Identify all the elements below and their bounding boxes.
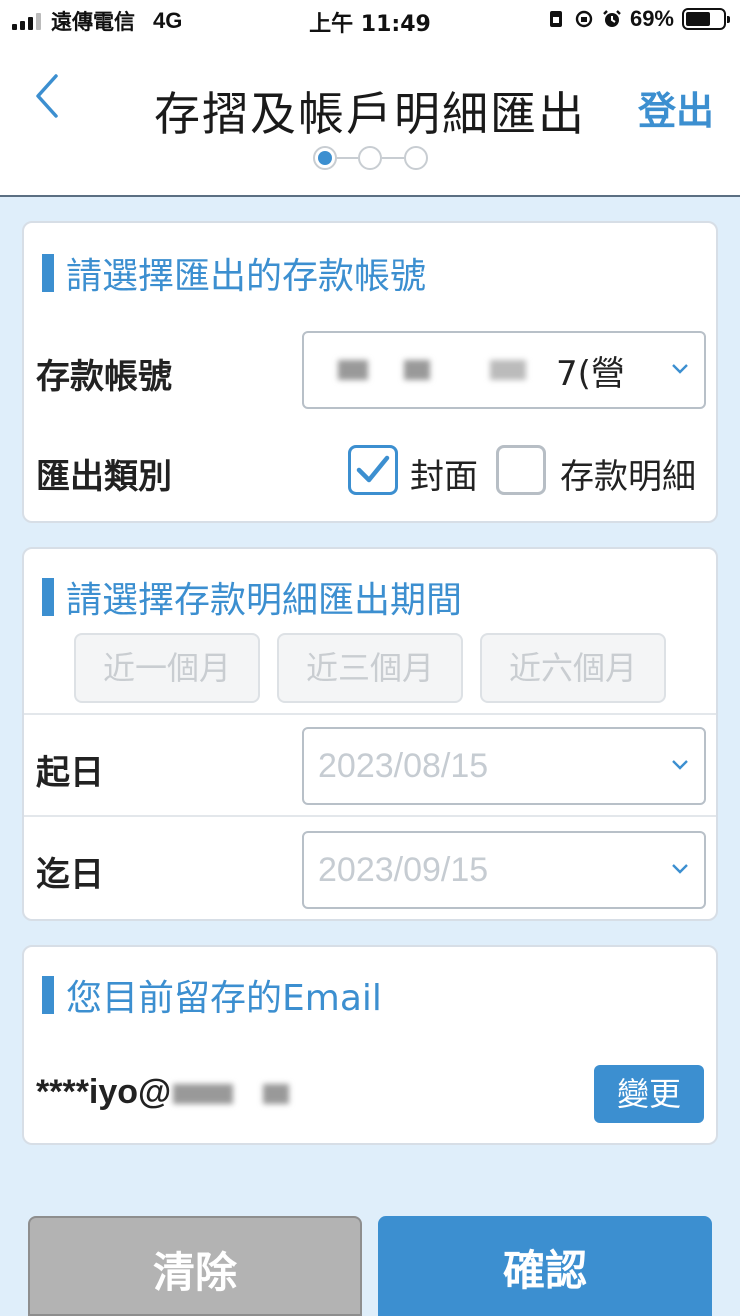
end-date-label: 迄日 [36,855,104,895]
email-section-title: 您目前留存的Email [42,969,382,1021]
three-months-button[interactable]: 近三個月 [277,633,463,703]
account-select[interactable]: 7(營 [302,331,706,409]
chevron-down-icon [672,760,688,770]
account-value-suffix: 7(營 [556,353,625,394]
sim-icon [549,11,562,27]
six-months-button[interactable]: 近六個月 [480,633,666,703]
change-email-button[interactable]: 變更 [594,1065,704,1123]
account-section-title-text: 請選擇匯出的存款帳號 [66,256,427,297]
one-month-button[interactable]: 近一個月 [74,633,260,703]
battery-icon [682,8,730,30]
masked-email-1 [173,1084,234,1105]
confirm-button[interactable]: 確認 [378,1216,712,1316]
email-section-title-text: 您目前留存的Email [66,978,382,1019]
period-section-title-text: 請選擇存款明細匯出期間 [66,580,463,621]
cover-option-label[interactable]: 封面 [410,449,478,498]
account-card: 請選擇匯出的存款帳號 存款帳號 7(營 匯出類別 封面 存款明細 [22,221,718,523]
detail-option-label[interactable]: 存款明細 [560,449,696,498]
battery-percent: 69% [629,6,674,31]
export-type-label: 匯出類別 [36,457,172,497]
rotation-lock-icon [575,10,593,28]
clear-button[interactable]: 清除 [28,1216,362,1316]
start-date-value: 2023/08/15 [318,746,489,785]
title-bar [42,254,54,292]
email-value: ****iyo@ [36,1073,290,1112]
app-header: 存摺及帳戶明細匯出 登出 [0,40,740,197]
alarm-icon [603,10,621,27]
end-date-value: 2023/09/15 [318,850,489,889]
divider [24,713,716,715]
masked-account-2 [404,360,430,380]
start-date-select[interactable]: 2023/08/15 [302,727,706,805]
page-title: 存摺及帳戶明細匯出 [154,87,586,141]
status-right: 69% [546,6,730,32]
main-content: 請選擇匯出的存款帳號 存款帳號 7(營 匯出類別 封面 存款明細 請選擇存款明細… [0,197,740,1316]
title-bar [42,976,54,1014]
cover-checkbox[interactable] [348,445,398,495]
end-date-select[interactable]: 2023/09/15 [302,831,706,909]
chevron-down-icon [672,864,688,874]
logout-button[interactable]: 登出 [638,80,714,135]
period-section-title: 請選擇存款明細匯出期間 [42,571,462,623]
title-bar [42,578,54,616]
masked-email-2 [263,1084,290,1105]
email-card: 您目前留存的Email ****iyo@ 變更 [22,945,718,1145]
period-card: 請選擇存款明細匯出期間 近一個月 近三個月 近六個月 起日 2023/08/15… [22,547,718,921]
masked-account-1 [338,360,368,380]
account-label: 存款帳號 [36,357,172,397]
step-indicator [313,146,428,170]
detail-checkbox[interactable] [496,445,546,495]
divider [24,815,716,817]
email-prefix: ****iyo@ [36,1073,172,1111]
account-section-title: 請選擇匯出的存款帳號 [42,247,426,299]
check-icon [356,455,390,483]
status-bar: 遠傳電信 4G 上午 11:49 69% [0,0,740,40]
masked-account-3 [490,360,526,380]
chevron-down-icon [672,364,688,374]
start-date-label: 起日 [36,753,104,793]
